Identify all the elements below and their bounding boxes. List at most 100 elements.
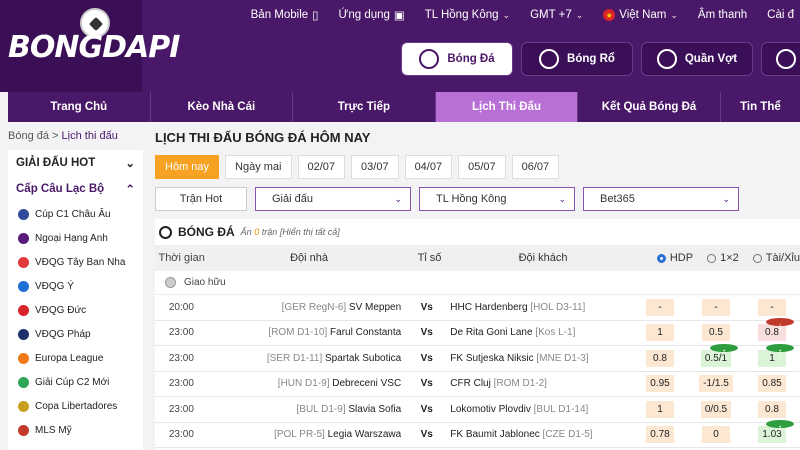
odds-cell[interactable]: -: [744, 298, 800, 316]
tab-today[interactable]: Hôm nay: [155, 155, 220, 179]
timezone-filter-select[interactable]: TL Hồng Kông ⌄: [419, 187, 575, 211]
sidebar-hot-label: GIẢI ĐẤU HOT: [16, 157, 96, 169]
odds-cell[interactable]: 0.5/1 ↑: [688, 343, 744, 367]
match-time: 23:00: [168, 378, 194, 390]
app-link[interactable]: Ứng dụng ▣: [339, 8, 405, 22]
away-team[interactable]: De Rita Goni Lane [Kos L-1]: [446, 327, 632, 338]
away-rank: [MNE D1-3]: [536, 352, 589, 364]
odds-change-badge-icon: ↓: [765, 318, 794, 332]
sidebar-league-item[interactable]: VĐQG Đức: [8, 298, 143, 322]
away-team[interactable]: HHC Hardenberg [HOL D3-11]: [446, 302, 632, 313]
nav-news[interactable]: Tin Thể: [721, 92, 800, 122]
sidebar-league-item[interactable]: Copa Libertadores: [8, 394, 143, 418]
odds-cell[interactable]: 0.8: [744, 400, 800, 418]
sidebar-league-item[interactable]: VĐQG Pháp: [8, 322, 143, 346]
sport-label: Bóng Đá: [447, 53, 495, 65]
tab-date[interactable]: 04/07: [404, 155, 453, 179]
hot-match-button[interactable]: Trận Hot: [155, 187, 247, 211]
odds-cell[interactable]: 0/0.5: [688, 400, 744, 418]
home-team[interactable]: [BUL D1-9] Slavia Sofia: [208, 404, 407, 415]
radio-ou[interactable]: Tài/Xỉu: [752, 252, 800, 264]
sidebar-league-item[interactable]: Europa League: [8, 346, 143, 370]
sport-button-baseball[interactable]: [761, 42, 800, 76]
nav-results[interactable]: Kết Quả Bóng Đá: [578, 92, 721, 122]
tab-date[interactable]: 05/07: [458, 155, 506, 179]
home-team[interactable]: [SER D1-11] Spartak Subotica: [208, 353, 407, 364]
radio-hdp[interactable]: HDP: [656, 252, 693, 264]
sport-button-basketball[interactable]: Bóng Rổ: [521, 42, 633, 76]
odds-cell[interactable]: 0.8 ↓: [744, 318, 800, 342]
sidebar-club-label: Cấp Câu Lạc Bộ: [16, 183, 105, 195]
away-team[interactable]: FK Baumit Jablonec [CZE D1-5]: [446, 429, 632, 440]
tab-tomorrow[interactable]: Ngày mai: [225, 155, 292, 179]
home-rank: [SER D1-11]: [266, 352, 323, 364]
sidebar-league-item[interactable]: Giải Cúp C2 Mới: [8, 370, 143, 394]
sidebar-league-item[interactable]: Cúp C1 Châu Âu: [8, 202, 143, 226]
odds-cell[interactable]: 0.95: [632, 375, 688, 393]
soccer-ball-icon: [159, 225, 172, 239]
match-row[interactable]: 23:00 [BUL D1-9] Slavia Sofia Vs Lokomotiv …: [155, 397, 800, 423]
mobile-link[interactable]: Bản Mobile ▯: [251, 8, 319, 22]
gmt-select[interactable]: GMT +7 ⌄: [530, 9, 583, 21]
home-name: Legia Warszawa: [327, 429, 402, 441]
sidebar-league-item[interactable]: VĐQG Tây Ban Nha: [8, 250, 143, 274]
league-select[interactable]: Giải đấu ⌄: [255, 187, 411, 211]
sidebar-club-header[interactable]: Cấp Câu Lạc Bộ ⌃: [8, 176, 143, 202]
logo[interactable]: BONGDAPI: [0, 0, 180, 92]
sidebar: GIẢI ĐẤU HOT ⌄ Cấp Câu Lạc Bộ ⌃ Cúp C1 Châ…: [8, 150, 143, 450]
radio-1x2[interactable]: 1×2: [707, 252, 739, 264]
home-team[interactable]: [HUN D1-9] Debreceni VSC: [208, 378, 407, 389]
league-row[interactable]: Giao hữu: [155, 271, 800, 295]
nav-home[interactable]: Trang Chủ: [8, 92, 151, 122]
tab-date[interactable]: 06/07: [511, 155, 560, 179]
sport-button-soccer[interactable]: Bóng Đá: [401, 42, 513, 76]
home-team[interactable]: [POL PR-5] Legia Warszawa: [208, 429, 407, 440]
sport-button-tennis[interactable]: Quần Vợt: [641, 42, 753, 76]
away-team[interactable]: CFR Cluj [ROM D1-2]: [446, 378, 632, 389]
match-row[interactable]: 23:00 [SER D1-11] Spartak Subotica Vs FK Su…: [155, 343, 800, 372]
breadcrumb-root[interactable]: Bóng đá: [8, 130, 49, 142]
sidebar-league-item[interactable]: MLS Mỹ: [8, 418, 143, 442]
odds-cell[interactable]: -1/1.5: [688, 375, 744, 393]
away-team[interactable]: FK Sutjeska Niksic [MNE D1-3]: [446, 353, 632, 364]
tab-date[interactable]: 03/07: [351, 155, 399, 179]
home-team[interactable]: [ROM D1-10] Farul Constanta: [208, 327, 407, 338]
language-select[interactable]: ★ Việt Nam ⌄: [603, 9, 678, 21]
settings-link[interactable]: Cài đ: [767, 9, 794, 21]
sidebar-hot-header[interactable]: GIẢI ĐẤU HOT ⌄: [8, 150, 143, 176]
odds-cell[interactable]: 0.78: [632, 426, 688, 444]
sidebar-league-item[interactable]: VĐQG Ý: [8, 274, 143, 298]
match-row[interactable]: 23:00 [ROM D1-10] Farul Constanta Vs De Rit…: [155, 318, 800, 346]
odds-cell[interactable]: 0.85: [744, 375, 800, 393]
home-team[interactable]: [GER RegN-6] SV Meppen: [208, 302, 407, 313]
odds-cell[interactable]: -: [688, 298, 744, 316]
nav-live[interactable]: Trực Tiếp: [293, 92, 436, 122]
odds-cell[interactable]: 0: [688, 426, 744, 444]
breadcrumb: Bóng đá > Lịch thi đấu: [8, 130, 118, 142]
timezone-select[interactable]: TL Hồng Kông ⌄: [425, 9, 510, 21]
tab-date[interactable]: 02/07: [297, 155, 346, 179]
away-team[interactable]: Lokomotiv Plovdiv [BUL D1-14]: [446, 404, 632, 415]
match-table: BÓNG ĐÁ Ẩn 0 trận [Hiển thị tất cả] Thời…: [155, 219, 800, 450]
match-row[interactable]: 20:00 [GER RegN-6] SV Meppen Vs HHC Hardenb…: [155, 295, 800, 321]
sound-toggle[interactable]: Âm thanh: [698, 9, 747, 21]
odds-cell[interactable]: 1 ↑: [744, 343, 800, 367]
odds-cell[interactable]: 1: [632, 324, 688, 342]
bookmaker-select[interactable]: Bet365 ⌄: [583, 187, 739, 211]
timezone-filter-value: TL Hồng Kông: [436, 193, 507, 205]
odds-value: 0.95: [645, 375, 674, 393]
match-row[interactable]: 23:00 [POL PR-5] Legia Warszawa Vs FK Baumi…: [155, 420, 800, 448]
sidebar-league-item[interactable]: Ngoại Hạng Anh: [8, 226, 143, 250]
odds-cell[interactable]: -: [632, 298, 688, 316]
odds-cell[interactable]: 1: [632, 400, 688, 418]
nav-odds[interactable]: Kèo Nhà Cái: [151, 92, 294, 122]
nav-schedule[interactable]: Lịch Thi Đấu: [435, 92, 579, 122]
phone-icon: ▯: [312, 10, 319, 22]
chevron-down-icon: ⌄: [558, 193, 566, 204]
chevron-down-icon: ⌄: [575, 9, 584, 20]
odds-cell[interactable]: 0.8: [632, 349, 688, 367]
odds-cell[interactable]: 0.5: [688, 324, 744, 342]
match-row[interactable]: 23:00 [HUN D1-9] Debreceni VSC Vs CFR Cluj …: [155, 372, 800, 397]
hidden-matches-note[interactable]: Ẩn 0 trận [Hiển thị tất cả]: [241, 227, 340, 237]
odds-cell[interactable]: 1.03 ↑: [744, 420, 800, 444]
